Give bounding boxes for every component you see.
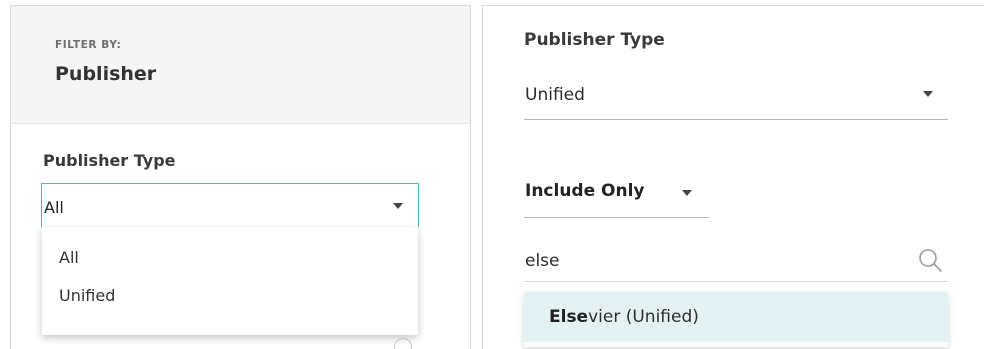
- option-all[interactable]: All: [42, 241, 418, 273]
- publisher-type-label: Publisher Type: [43, 151, 176, 170]
- suggestion-match-text: Else: [549, 307, 589, 327]
- publisher-type-select[interactable]: Unified: [524, 76, 948, 120]
- publisher-type-label: Publisher Type: [524, 30, 665, 50]
- search-suggestions: Else vier (Unified): [524, 292, 948, 347]
- publisher-type-value: Unified: [525, 85, 585, 105]
- publisher-search-input[interactable]: [525, 247, 905, 275]
- publisher-type-options: All Unified: [42, 227, 418, 335]
- panel-title: Publisher: [55, 63, 157, 85]
- include-only-label: Include Only: [525, 181, 645, 201]
- publisher-type-select[interactable]: All: [41, 183, 419, 227]
- publisher-type-value: All: [44, 198, 64, 217]
- caret-down-icon: [682, 190, 692, 196]
- help-icon[interactable]: [394, 338, 412, 349]
- option-unified[interactable]: Unified: [42, 273, 418, 318]
- include-only-dropdown[interactable]: Include Only: [524, 174, 709, 218]
- caret-down-icon: [923, 91, 933, 97]
- search-icon[interactable]: [917, 247, 943, 273]
- filter-header: FILTER BY: Publisher: [11, 6, 470, 124]
- caret-down-icon: [393, 203, 403, 209]
- suggestion-rest-text: vier (Unified): [588, 307, 699, 327]
- publisher-search: [524, 242, 948, 282]
- publisher-filter-panel: Publisher Type Unified Include Only Else…: [482, 5, 984, 349]
- filter-by-label: FILTER BY:: [55, 39, 122, 51]
- suggestion-elsevier[interactable]: Else vier (Unified): [524, 292, 948, 342]
